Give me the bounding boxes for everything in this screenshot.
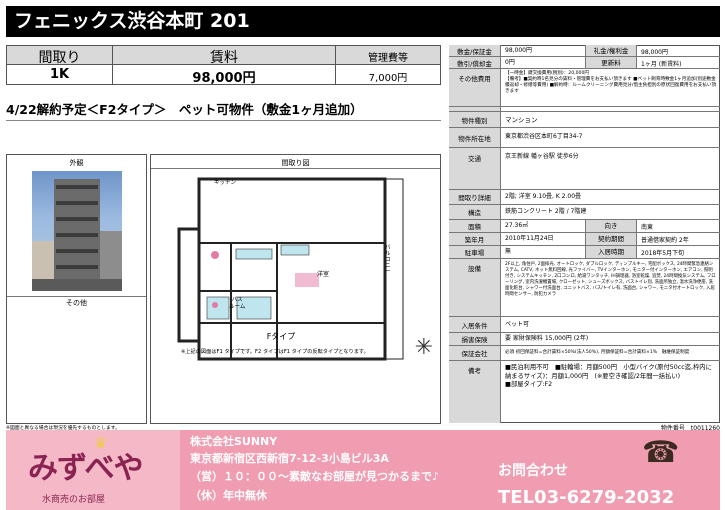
ad-company: 株式会社SUNNY	[190, 435, 278, 448]
layout-value: 1K	[49, 67, 70, 82]
row-insurance: 損害保険 要 家財保険料 15,000円 (2年)	[449, 333, 720, 346]
summary-table: 間取り 賃料 管理費等 1K 98,000円 7,000円	[6, 45, 441, 86]
bath-label: バス ルーム	[229, 297, 246, 310]
row-built: 築年月 2010年11月24日 契約期間 普通借家契約 2年	[449, 233, 720, 246]
layout-header: 間取り	[38, 50, 81, 66]
ad-address: 東京都新宿区西新宿7-12-3小島ビル3A	[190, 452, 389, 465]
insurance-value: 要 家財保険料 15,000円 (2年)	[505, 335, 589, 342]
property-title: フェニックス渋谷本町 201	[6, 6, 720, 37]
row-remarks: 備考 ■民泊利用不可 ■駐輪場：月額500円 小型バイク(原付50cc迄,枠内に…	[449, 361, 720, 423]
ad-logo-sub: 水商売のお部屋	[42, 495, 106, 505]
row-parking: 駐車場 無 入居時期 2018年5月下旬	[449, 246, 720, 259]
layout-detail-value: 2階; 洋室 9.10畳, K 2.00畳	[505, 193, 582, 200]
renewal-value: 1ヶ月 (新賃料)	[641, 60, 682, 68]
row-address: 物件所在地 東京都渋谷区本町6丁目34-7	[449, 128, 720, 148]
contract-value: 普通借家契約 2年	[641, 237, 689, 244]
ad-contact-label: お問合わせ	[498, 463, 568, 479]
room-label: 洋室	[317, 271, 330, 278]
headline: 4/22解約予定＜F2タイプ＞ ペット可物件（敷金1ヶ月追加）	[6, 102, 363, 117]
floorplan-panel: 間取り図 キッチン 洋室 バス ルーム バルコニー Fタイプ ✳ ※上記の図面は…	[150, 154, 441, 424]
row-structure: 構造 鉄筋コンクリート 2階 / 7階建	[449, 205, 720, 220]
ad-holiday: （休）年中無休	[190, 489, 267, 502]
balcony-label: バルコニー	[385, 245, 391, 276]
row-layout: 間取り詳細 2階; 洋室 9.10畳, K 2.00畳	[449, 190, 720, 205]
compass-icon: ✳	[414, 335, 434, 360]
phone-icon: ☎	[642, 435, 680, 470]
direction-value: 南東	[641, 224, 654, 231]
photo-panel: 外観 その他	[6, 154, 147, 424]
ad-banner[interactable]: ♛ みずべや 水商売のお部屋 株式会社SUNNY 東京都新宿区西新宿7-12-3…	[6, 430, 720, 510]
other-fees-value: 【一時金】鍵交換費用(税別)：20,000円 【備考】■契約時1名見分の賃料・管…	[505, 71, 717, 94]
fee-header: 管理費等	[368, 53, 408, 64]
ad-tel[interactable]: TEL03-6279-2032	[498, 487, 674, 509]
kitchen-label: キッチン	[214, 180, 237, 186]
row-equipment: 設備 2F以上, 角住戸, 2面採光, オートロック, ダブルロック, ディンプ…	[449, 259, 720, 317]
keymoney-value: 98,000円	[641, 48, 668, 56]
fee-value: 7,000円	[368, 73, 408, 84]
remarks-value: ■民泊利用不可 ■駐輪場：月額500円 小型バイク(原付50cc迄,枠内に納まる…	[505, 364, 712, 388]
structure-value: 鉄筋コンクリート 2階 / 7階建	[505, 208, 587, 215]
row-deposit: 敷金/保証金 98,000円 礼金/権利金 98,000円	[449, 45, 720, 57]
row-conditions: 入居条件 ペット可	[449, 317, 720, 333]
row-area: 面積 27.36㎡ 向き 南東	[449, 220, 720, 233]
floorplan-note: ※上記の図面はF1 タイプです。F2 タイプはF1 タイプの反転タイプとなります…	[181, 349, 369, 355]
floorplan-label: 間取り図	[281, 159, 310, 167]
row-guarantor: 保証会社 必須 初回保証料=合計賃料×50%(法人50%), 月額保証料=合計賃…	[449, 346, 720, 361]
photo-label: 外観	[69, 159, 84, 167]
row-other-fees: その他費用 【一時金】鍵交換費用(税別)：20,000円 【備考】■契約時1名見…	[449, 69, 720, 107]
row-amort: 敷引/償却金 0円 更新料 1ヶ月 (新賃料)	[449, 57, 720, 69]
row-transport: 交通 京王新線 幡ヶ谷駅 徒歩6分	[449, 148, 720, 190]
transport-value: 京王新線 幡ヶ谷駅 徒歩6分	[505, 153, 579, 160]
exterior-photo	[32, 171, 122, 291]
type-value: マンション	[505, 115, 538, 124]
movein-value: 2018年5月下旬	[641, 250, 685, 257]
rent-header: 賃料	[210, 50, 238, 66]
floorplan-type: Fタイプ	[266, 332, 296, 341]
other-label: その他	[66, 299, 87, 307]
row-type: 物件種別 マンション	[449, 112, 720, 128]
address-value: 東京都渋谷区本町6丁目34-7	[505, 133, 583, 140]
conditions-value: ペット可	[505, 321, 530, 328]
rent-value: 98,000円	[192, 71, 256, 86]
guarantor-value: 必須 初回保証料=合計賃料×50%(法人50%), 月額保証料=合計賃料×1% …	[505, 350, 690, 355]
ad-hours: （営）１０：００～素敵なお部屋が見つかるまで♪	[190, 470, 440, 483]
crown-icon: ♛	[94, 434, 108, 452]
ad-logo: みずべや	[28, 451, 143, 486]
equipment-value: 2F以上, 角住戸, 2面採光, オートロック, ダブルロック, ディンプルキー…	[505, 262, 716, 297]
